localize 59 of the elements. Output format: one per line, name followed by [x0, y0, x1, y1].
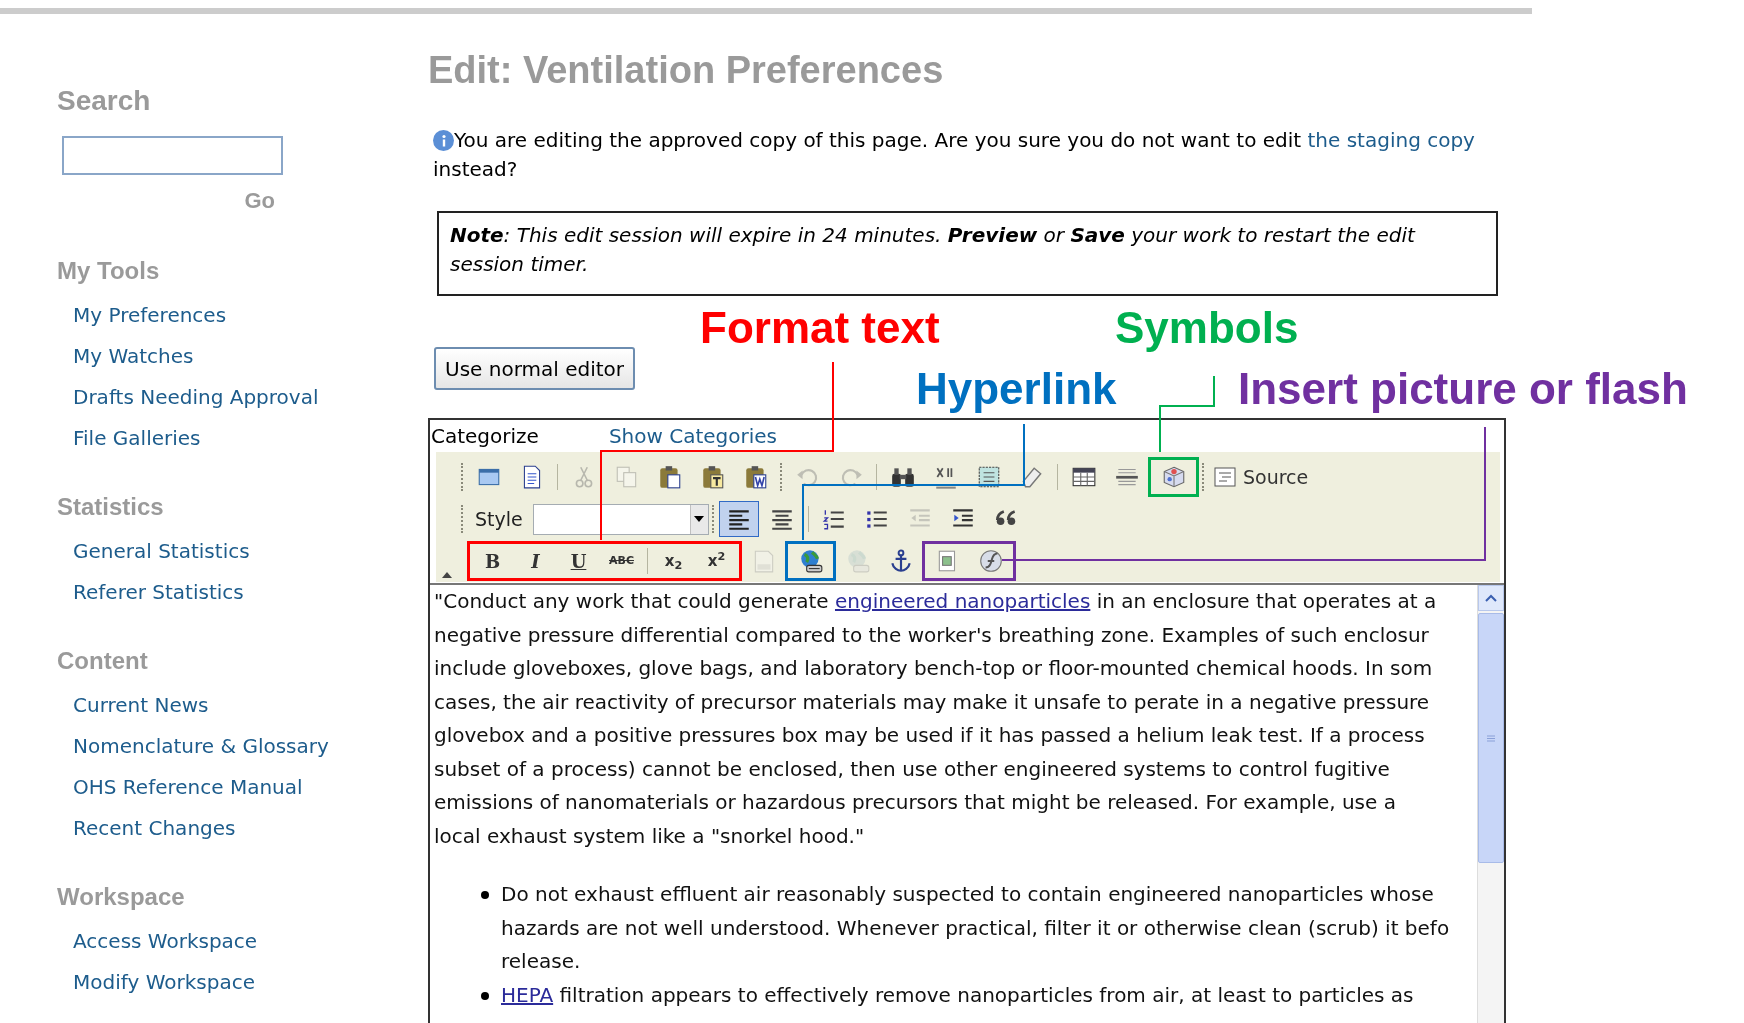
callout-label: Insert picture or flash: [1238, 364, 1688, 414]
style-label: Style: [475, 506, 523, 532]
editor-text-line: glovebox and a positive pressures box may be used if it has passed a helium leak test. If a process: [434, 722, 1426, 749]
underline-button[interactable]: U: [558, 543, 599, 579]
editor-text-line: "Conduct any work that could generate engineered nanoparticles in an enclosure that operates at a: [434, 588, 1438, 615]
categorize-label: Categorize: [431, 423, 539, 450]
callout-label: Symbols: [1115, 303, 1299, 353]
sidebar-link[interactable]: My Preferences: [73, 295, 227, 336]
sidebar-link[interactable]: Current News: [73, 685, 209, 726]
editor-text-line: local exhaust system like a "snorkel hood.": [434, 822, 866, 850]
strike-button[interactable]: ABC: [601, 543, 642, 579]
scroll-thumb[interactable]: [1478, 613, 1504, 863]
sidebar-link[interactable]: My Watches: [73, 336, 194, 377]
sidebar-link[interactable]: Drafts Needing Approval: [73, 377, 319, 418]
editor-text-line: hazards are not well understood. Whenever practical, filter it or otherwise clean (scrub) it befo: [501, 914, 1450, 942]
sidebar-link[interactable]: Referer Statistics: [73, 572, 244, 613]
source-icon[interactable]: [1213, 465, 1237, 489]
use-normal-editor-button[interactable]: Use normal editor: [434, 347, 635, 390]
text-link[interactable]: HEPA: [501, 982, 554, 1007]
search-heading: Search: [57, 84, 152, 118]
search-field[interactable]: [62, 136, 283, 175]
text-link[interactable]: engineered nanoparticles: [835, 589, 1091, 613]
editor-text-line: emissions of nanomaterials or hazardous precursors that might be released. For example, use a: [434, 789, 1397, 816]
editor-text-line: release.: [501, 948, 582, 975]
flash-icon[interactable]: [977, 548, 1004, 574]
callout-label: Hyperlink: [916, 364, 1117, 414]
scrollbar[interactable]: [1477, 585, 1504, 1023]
sidebar-link[interactable]: General Statistics: [73, 531, 250, 572]
editor-text-line: Do not exhaust effluent air reasonably suspected to contain engineered nanoparticles whose: [501, 881, 1435, 908]
source-button[interactable]: Source: [1208, 459, 1314, 495]
section-heading: Content: [57, 646, 149, 676]
notice-text-continued: instead?: [433, 156, 519, 183]
editor-text-line: subset of a process) cannot be enclosed, then use other engineered systems to control fugitive: [434, 755, 1391, 783]
bold-button[interactable]: B: [472, 543, 513, 579]
superscript-button[interactable]: x$^{2}$: [696, 543, 737, 579]
show-categories-link[interactable]: Show Categories: [608, 421, 777, 451]
scroll-up-icon[interactable]: [1478, 585, 1504, 611]
notice-text: You are editing the approved copy of this page. Are you sure you do not want to edit the staging copy: [454, 127, 1475, 154]
editor-text-line: cases, the air reactivity of precursor materials may make it unsafe to perate in a negative pressure: [434, 688, 1431, 716]
subscript-button[interactable]: x$_{2}$: [653, 543, 694, 579]
sidebar-link[interactable]: Modify Workspace: [73, 962, 255, 1003]
section-heading: My Tools: [57, 256, 161, 286]
staging-copy-link[interactable]: the staging copy: [1307, 128, 1475, 152]
italic-button[interactable]: I: [515, 543, 556, 579]
note-text: Note: This edit session will expire in 24 minutes. Preview or Save your work to restart the edit session timer.: [450, 222, 1417, 278]
editor-text-line: include gloveboxes, glove bags, and laboratory bench-top or floor-mounted chemical hoods. In som: [434, 655, 1434, 682]
editor-text-line: negative pressure differential compared to the worker's breathing zone. Examples of such enclosur: [434, 621, 1430, 649]
section-heading: Statistics: [57, 492, 165, 522]
sidebar-link[interactable]: Nomenclature & Glossary: [73, 726, 329, 767]
callout-label: Format text: [700, 303, 940, 353]
sidebar-link[interactable]: Access Workspace: [73, 921, 258, 962]
collapse-icon[interactable]: [442, 572, 452, 578]
info-icon: [433, 130, 454, 151]
section-heading: Workspace: [57, 882, 186, 912]
page-title: Edit: Ventilation Preferences: [428, 48, 945, 92]
sidebar-link[interactable]: File Galleries: [73, 418, 201, 459]
sidebar-link[interactable]: Recent Changes: [73, 808, 236, 849]
editor-text-line: HEPA filtration appears to effectively remove nanoparticles from air, at least to particles as: [501, 981, 1414, 1009]
sidebar-link[interactable]: OHS Reference Manual: [73, 767, 303, 808]
